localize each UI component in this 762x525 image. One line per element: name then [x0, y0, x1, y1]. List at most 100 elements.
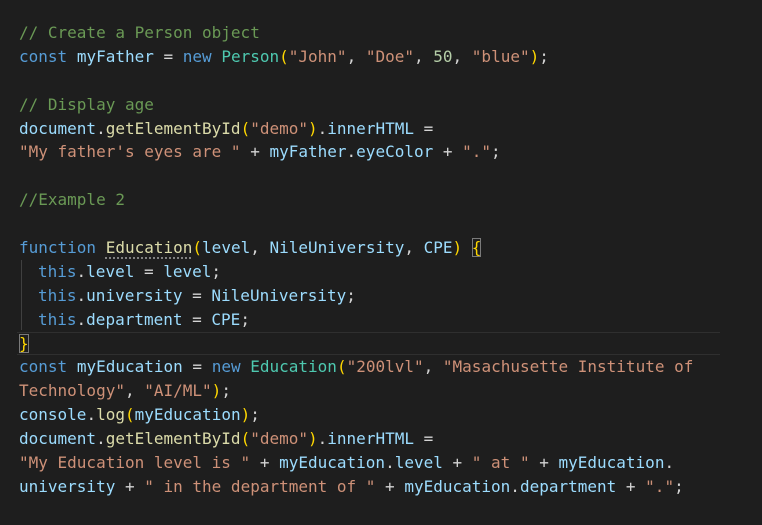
parameter: CPE [423, 238, 453, 258]
code-line-8: //Example 2 [19, 188, 762, 212]
punctuation: . [96, 429, 106, 449]
string: "Masachusette Institute of [442, 357, 694, 377]
paren: ) [308, 429, 318, 449]
operator: + [115, 476, 145, 496]
code-line-16: Technology", "AI/ML"); [19, 379, 762, 403]
brace-open-highlighted: { [471, 238, 482, 258]
punctuation: . [317, 118, 328, 138]
string: "My father's eyes are " [19, 142, 241, 162]
paren: ( [336, 357, 347, 377]
brace-close-highlighted: } [19, 333, 29, 353]
operator: = [182, 357, 212, 377]
string: "." [462, 142, 492, 162]
keyword: const [19, 357, 68, 377]
operator: + [250, 453, 280, 473]
code-line-10: function Education(level, NileUniversity… [19, 236, 762, 260]
string: "Doe" [365, 46, 414, 66]
operator: = [413, 429, 434, 449]
property: university [19, 476, 116, 496]
function-name: log [96, 405, 125, 425]
code-line-17: console.log(myEducation); [19, 403, 762, 427]
string: "John" [288, 46, 347, 66]
operator: + [442, 453, 472, 473]
punctuation: . [664, 453, 675, 473]
string: "200lvl" [346, 357, 424, 377]
code-line-5: document.getElementById("demo").innerHTM… [19, 117, 762, 141]
punctuation: , [414, 46, 434, 66]
punctuation: ; [539, 46, 549, 66]
punctuation: , [346, 46, 366, 66]
punctuation: . [76, 285, 87, 305]
variable: myEducation [404, 476, 511, 496]
function-name: getElementById [105, 429, 241, 449]
code-line-13: this.department = CPE; [19, 308, 762, 332]
code-editor[interactable]: // Create a Person object const myFather… [0, 0, 762, 525]
string: "blue" [471, 46, 530, 66]
variable: myFather [76, 46, 154, 66]
variable: document [19, 118, 97, 138]
operator: = [134, 261, 164, 281]
comment: // Display age [19, 94, 154, 114]
function-name: getElementById [105, 118, 241, 138]
variable: level [163, 261, 212, 281]
variable: myFather [269, 142, 347, 162]
paren: ) [452, 238, 463, 258]
variable: document [19, 429, 97, 449]
punctuation: ; [491, 142, 501, 162]
comment: // Create a Person object [19, 23, 260, 42]
operator: = [153, 46, 183, 66]
operator: + [433, 142, 463, 162]
parameter: level [202, 238, 251, 258]
punctuation: . [76, 261, 87, 281]
paren: ( [279, 46, 289, 66]
property: level [394, 453, 443, 473]
variable: myEducation [558, 453, 665, 473]
code-line-19: "My Education level is " + myEducation.l… [19, 451, 762, 475]
code-line-14-current: } [17, 331, 762, 356]
operator: = [182, 309, 212, 329]
keyword: new [211, 357, 241, 377]
class-name: Person [221, 46, 280, 66]
operator: + [375, 476, 405, 496]
operator: + [616, 476, 646, 496]
keyword-this: this [38, 261, 77, 281]
comment: //Example 2 [19, 190, 125, 210]
operator: = [413, 118, 434, 138]
punctuation: ; [346, 285, 356, 305]
number: 50 [433, 46, 453, 66]
code-line-12: this.university = NileUniversity; [19, 284, 762, 308]
code-line-2: const myFather = new Person("John", "Doe… [19, 45, 762, 69]
code-line-11: this.level = level; [19, 260, 762, 284]
variable: myEducation [76, 357, 183, 377]
property: university [86, 285, 183, 305]
paren: ) [211, 381, 222, 401]
code-line-20: university + " in the department of " + … [19, 475, 762, 499]
punctuation: . [76, 309, 87, 329]
variable: CPE [211, 309, 241, 329]
paren: ( [192, 238, 203, 258]
variable: myEducation [134, 405, 241, 425]
string: " in the department of " [144, 476, 376, 496]
property: department [519, 476, 617, 496]
punctuation: . [86, 405, 97, 425]
variable: console [19, 405, 87, 425]
code-line-4: // Display age [19, 93, 762, 117]
variable: myEducation [279, 453, 386, 473]
code-area[interactable]: // Create a Person object const myFather… [17, 21, 762, 499]
code-line-15: const myEducation = new Education("200lv… [19, 355, 762, 379]
punctuation: . [385, 453, 395, 473]
property: level [86, 261, 135, 281]
paren: ) [529, 46, 540, 66]
property: innerHTML [327, 429, 414, 449]
paren: ( [240, 118, 251, 138]
class-name: Education [250, 357, 337, 377]
property: eyeColor [356, 142, 434, 162]
punctuation: ; [221, 381, 231, 401]
string: "demo" [250, 429, 308, 449]
string: "." [645, 476, 675, 496]
operator: = [182, 285, 212, 305]
operator: + [529, 453, 559, 473]
